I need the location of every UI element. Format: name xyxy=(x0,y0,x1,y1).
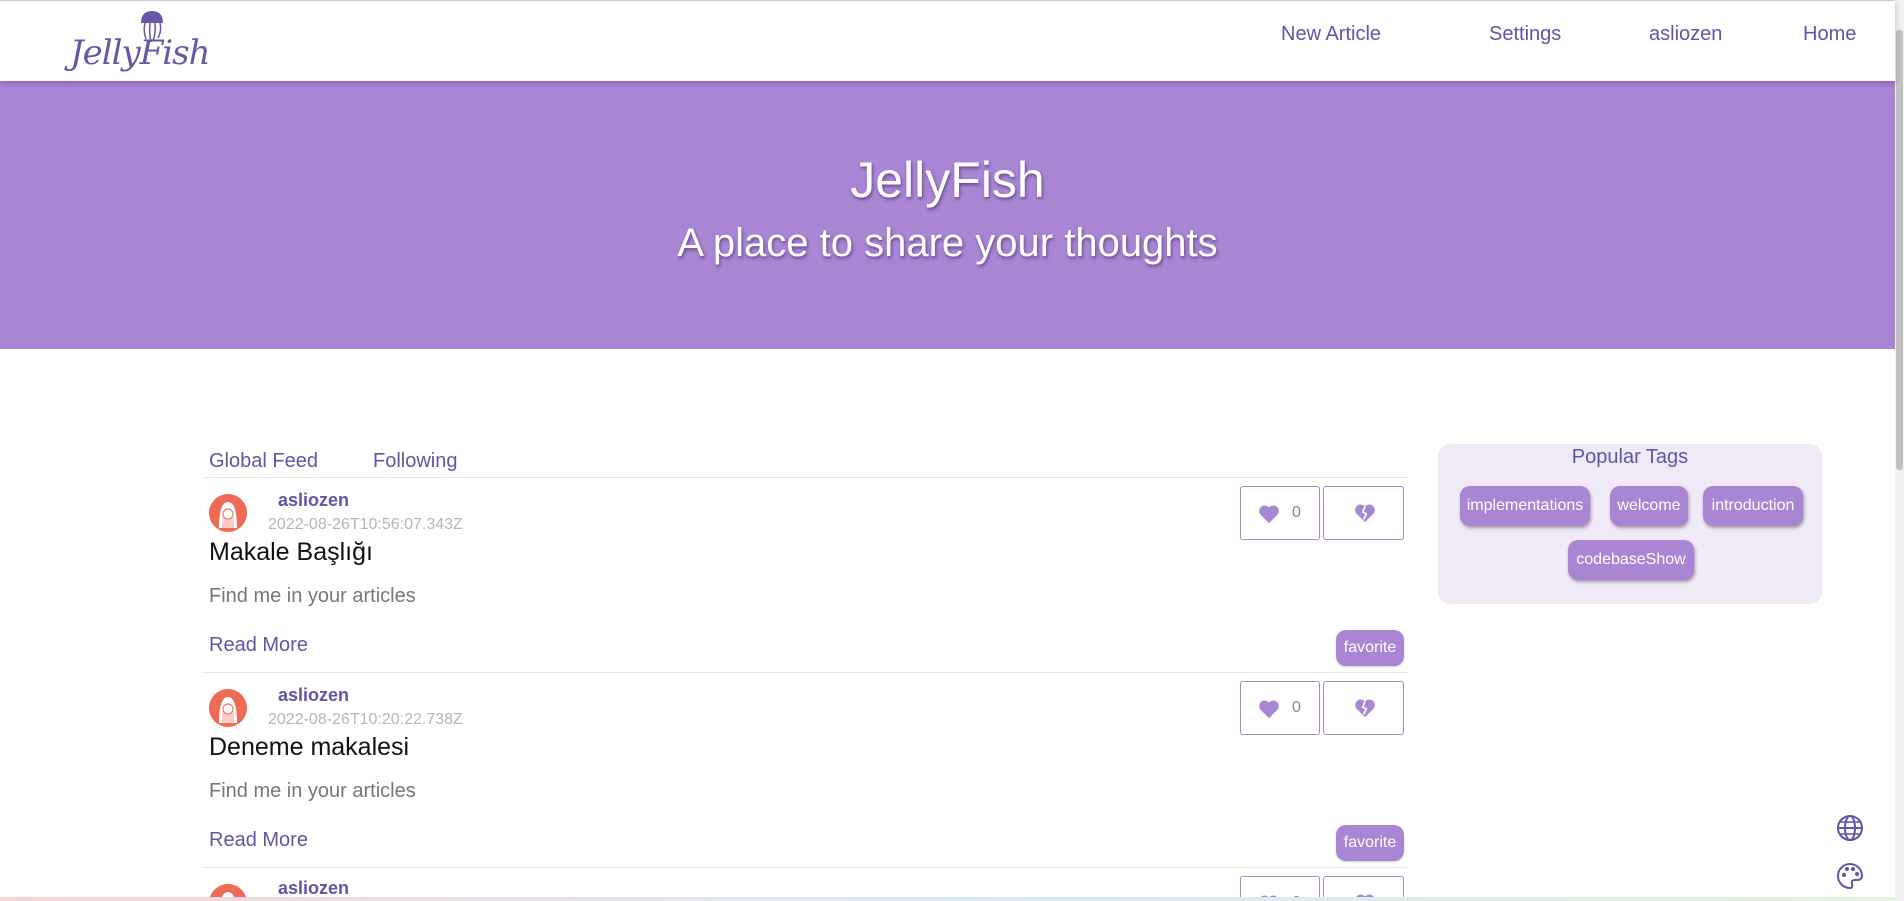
favorite-badge[interactable]: favorite xyxy=(1336,825,1404,861)
article-preview: asliozen 2022-08-26T10:56:07.343Z Makale… xyxy=(202,478,1408,673)
nav-new-article-link[interactable]: New Article xyxy=(1281,23,1381,46)
feed-tabs: Global Feed Following xyxy=(202,448,1408,478)
avatar[interactable] xyxy=(209,884,247,897)
tag-codebaseshow[interactable]: codebaseShow xyxy=(1568,540,1694,580)
palette-icon xyxy=(1837,862,1864,890)
favorite-badge[interactable]: favorite xyxy=(1336,630,1404,666)
user-avatar-icon xyxy=(209,884,247,897)
language-button[interactable] xyxy=(1836,814,1864,842)
dislike-button[interactable] xyxy=(1323,681,1404,735)
dislike-button[interactable] xyxy=(1323,876,1404,897)
brand-logo[interactable]: JellyFish xyxy=(70,9,211,79)
like-button[interactable]: 0 xyxy=(1240,486,1320,540)
tag-implementations[interactable]: implementations xyxy=(1460,486,1590,526)
nav-home-link[interactable]: Home xyxy=(1803,23,1856,46)
dislike-button[interactable] xyxy=(1323,486,1404,540)
like-button[interactable]: 0 xyxy=(1240,876,1320,897)
avatar[interactable] xyxy=(209,689,247,727)
article-preview: asliozen 2022-08-26T10:20:22.738Z Deneme… xyxy=(202,673,1408,868)
like-button[interactable]: 0 xyxy=(1240,681,1320,735)
read-more-link[interactable]: Read More xyxy=(209,829,308,852)
tab-global-feed[interactable]: Global Feed xyxy=(209,450,318,473)
jellyfish-icon xyxy=(141,11,163,43)
tag-introduction[interactable]: introduction xyxy=(1703,486,1803,526)
article-preview: asliozen 0 xyxy=(202,868,1408,897)
banner-subtitle: A place to share your thoughts xyxy=(677,221,1218,265)
broken-heart-icon xyxy=(1355,504,1375,523)
avatar[interactable] xyxy=(209,494,247,532)
heart-icon xyxy=(1259,700,1279,719)
like-count: 0 xyxy=(1292,504,1301,521)
theme-button[interactable] xyxy=(1836,862,1864,890)
scrollbar-thumb[interactable] xyxy=(1896,30,1903,470)
article-title[interactable]: Makale Başlığı xyxy=(209,538,373,567)
article-date: 2022-08-26T10:56:07.343Z xyxy=(268,516,463,533)
article-author-link[interactable]: asliozen xyxy=(278,685,349,706)
tab-following[interactable]: Following xyxy=(373,450,457,473)
broken-heart-icon xyxy=(1355,699,1375,718)
popular-tags-title: Popular Tags xyxy=(1571,446,1689,468)
nav-settings-link[interactable]: Settings xyxy=(1489,23,1561,46)
user-avatar-icon xyxy=(209,494,247,532)
heart-icon xyxy=(1259,505,1279,524)
page-scrollbar[interactable] xyxy=(1895,0,1904,901)
article-description: Find me in your articles xyxy=(209,780,416,802)
article-description: Find me in your articles xyxy=(209,585,416,607)
banner-title: JellyFish xyxy=(850,152,1045,208)
article-date: 2022-08-26T10:20:22.738Z xyxy=(268,711,463,728)
user-avatar-icon xyxy=(209,689,247,727)
popular-tags-panel: Popular Tags implementations welcome int… xyxy=(1438,444,1822,604)
navbar: JellyFish New Article Settings asliozen … xyxy=(0,0,1895,81)
hero-banner: JellyFish A place to share your thoughts xyxy=(0,81,1895,349)
globe-icon xyxy=(1837,815,1863,841)
article-title[interactable]: Deneme makalesi xyxy=(209,733,409,762)
like-count: 0 xyxy=(1292,699,1301,716)
tag-welcome[interactable]: welcome xyxy=(1610,486,1688,526)
article-author-link[interactable]: asliozen xyxy=(278,490,349,511)
article-author-link[interactable]: asliozen xyxy=(278,878,349,897)
nav-profile-link[interactable]: asliozen xyxy=(1649,23,1722,46)
bottom-divider xyxy=(0,897,1895,901)
read-more-link[interactable]: Read More xyxy=(209,634,308,657)
